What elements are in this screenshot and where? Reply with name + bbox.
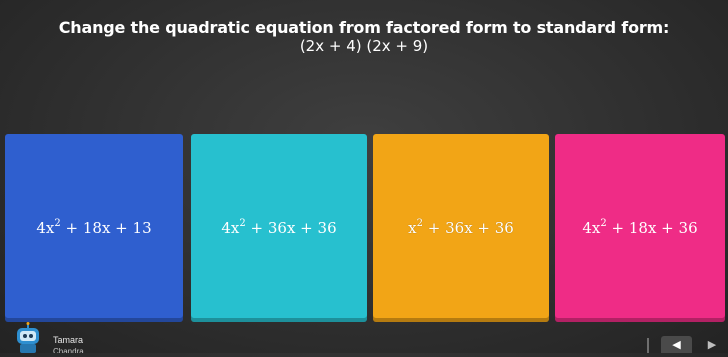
answer-option-2[interactable]: 4x2 + 36x + 36 [191,134,367,322]
answer-options: 4x2 + 18x + 13 4x2 + 36x + 36 x2 + 36x +… [5,134,725,322]
question-prompt: Change the quadratic equation from facto… [58,18,670,37]
answer-option-3[interactable]: x2 + 36x + 36 [373,134,549,322]
footer-bar: Tamara Chandra ◀ ▶ [0,322,728,353]
student-surname: Chandra [53,348,84,353]
answer-option-1[interactable]: 4x2 + 18x + 13 [5,134,183,322]
answer-option-2-text: 4x2 + 36x + 36 [221,218,337,238]
student-name: Tamara [53,335,84,345]
next-button[interactable]: ▶ [700,336,724,353]
chevron-right-icon: ▶ [707,338,717,351]
answer-option-4-text: 4x2 + 18x + 36 [582,218,698,238]
answer-option-1-text: 4x2 + 18x + 13 [36,218,152,238]
nav-divider [647,338,649,353]
chevron-left-icon: ◀ [672,338,681,351]
answer-option-4[interactable]: 4x2 + 18x + 36 [555,134,725,322]
robot-avatar-icon [14,322,44,353]
answer-option-3-text: x2 + 36x + 36 [408,218,514,238]
question-equation: (2x + 4) (2x + 9) [299,37,429,55]
previous-button[interactable]: ◀ [661,336,692,353]
